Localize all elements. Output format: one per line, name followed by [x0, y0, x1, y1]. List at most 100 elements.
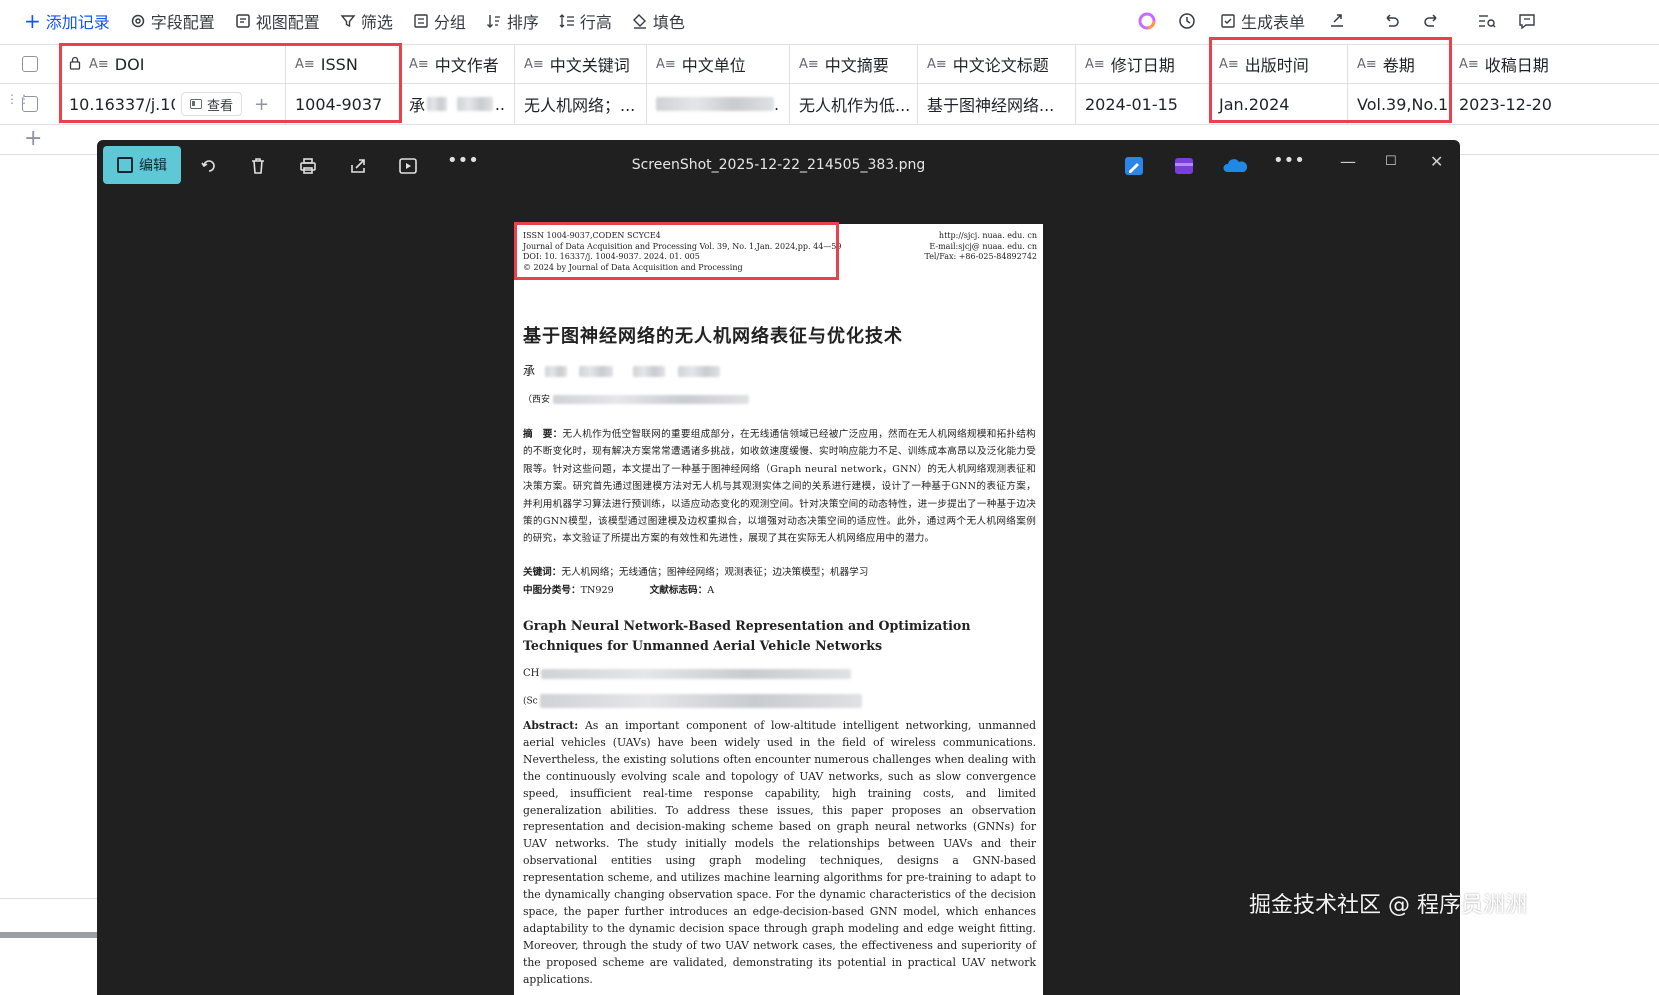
redacted-text	[541, 668, 852, 679]
group-label: 分组	[433, 13, 466, 32]
row-height-button[interactable]: 行高	[549, 7, 622, 35]
filter-button[interactable]: 筛选	[330, 7, 403, 35]
column-header-abstract[interactable]: A≡ 中文摘要	[790, 45, 918, 83]
sort-button[interactable]: 排序	[476, 7, 549, 35]
classification-line: 中图分类号：TN929 文献标志码：A	[523, 582, 714, 596]
email-line: E-mail:sjcj@ nuaa. edu. cn	[929, 241, 1037, 251]
cell-received-date[interactable]: 2023-12-20	[1450, 84, 1659, 124]
received-date-value: 2023-12-20	[1459, 94, 1552, 114]
cell-abstract[interactable]: 无人机作为低...	[790, 84, 918, 124]
minimize-button[interactable]: —	[1340, 152, 1356, 171]
keywords-cn: 关键词：无人机网络；无线通信；图神经网络；观测表征；边决策模型；机器学习	[523, 564, 868, 578]
filter-label: 筛选	[360, 13, 393, 32]
comment-icon[interactable]	[1516, 10, 1538, 32]
doc-value: A	[707, 585, 715, 596]
author-value: 承	[409, 96, 426, 115]
keywords-text: 无人机网络；无线通信；图神经网络；观测表征；边决策模型；机器学习	[561, 567, 869, 578]
generate-form-button[interactable]: 生成表单	[1210, 7, 1315, 35]
viewer-toolbar: 编辑 ••• ScreenShot_2025-12-22_214505_383.…	[97, 140, 1460, 192]
row-height-icon	[559, 13, 575, 29]
column-header-keywords[interactable]: A≡ 中文关键词	[515, 45, 647, 83]
paper-title-cn: 基于图神经网络的无人机网络表征与优化技术	[523, 326, 903, 347]
column-title: 修订日期	[1110, 56, 1175, 75]
gear-icon	[130, 13, 146, 29]
view-config-button[interactable]: 视图配置	[225, 7, 330, 35]
redacted-text	[656, 97, 774, 111]
abstract-cn-label: 摘 要：	[523, 429, 563, 440]
text-field-icon: A≡	[799, 56, 819, 72]
more-options-icon[interactable]: •••	[1273, 150, 1305, 172]
field-config-button[interactable]: 字段配置	[120, 7, 225, 35]
cls-value: TN929	[580, 585, 614, 596]
onedrive-icon[interactable]	[1222, 155, 1248, 177]
column-header-unit[interactable]: A≡ 中文单位	[647, 45, 790, 83]
close-button[interactable]: ✕	[1430, 152, 1443, 171]
row-select-cell[interactable]: ⋮⋮	[0, 84, 60, 124]
column-header-revised-date[interactable]: A≡ 修订日期	[1076, 45, 1210, 83]
text-field-icon: A≡	[1085, 56, 1105, 72]
maximize-button[interactable]: ☐	[1385, 154, 1397, 169]
fill-color-label: 填色	[652, 13, 685, 32]
cell-revised-date[interactable]: 2024-01-15	[1076, 84, 1210, 124]
redacted-text	[456, 97, 493, 111]
abstract-cn-text: 无人机作为低空智联网的重要组成部分，在无线通信领域已经被广泛应用，然而在无人机网…	[523, 429, 1036, 545]
paper-authors-cn: 承	[523, 362, 721, 379]
horizontal-scrollbar[interactable]	[0, 932, 97, 938]
column-header-author[interactable]: A≡ 中文作者	[400, 45, 515, 83]
background-panel	[1460, 155, 1659, 995]
text-field-icon: A≡	[409, 56, 429, 72]
redacted-text	[544, 366, 567, 377]
generate-form-label: 生成表单	[1241, 13, 1306, 32]
select-all-checkbox[interactable]	[21, 56, 38, 72]
cls-label: 中图分类号：	[523, 585, 581, 596]
paper-page-image: ISSN 1004-9037,CODEN SCYCE4 Journal of D…	[514, 224, 1043, 995]
column-header-received-date[interactable]: A≡ 收稿日期	[1450, 45, 1659, 83]
select-all-cell[interactable]	[0, 45, 60, 83]
search-icon[interactable]	[1476, 10, 1498, 32]
website-line: http://sjcj. nuaa. edu. cn	[938, 231, 1037, 240]
redacted-text	[632, 366, 665, 377]
cell-keywords[interactable]: 无人机网络；...	[515, 84, 647, 124]
cell-unit[interactable]: .	[647, 84, 790, 124]
row-height-label: 行高	[579, 13, 612, 32]
keywords-value: 无人机网络；...	[524, 96, 636, 115]
redacted-text	[678, 366, 721, 377]
fill-color-button[interactable]: 填色	[622, 7, 695, 35]
column-title: 中文论文标题	[952, 56, 1049, 75]
add-record-label: 添加记录	[45, 13, 110, 32]
sort-label: 排序	[506, 13, 539, 32]
undo-icon[interactable]	[1380, 10, 1402, 32]
paper-authors-en: CH	[523, 668, 852, 679]
designer-icon[interactable]	[1123, 155, 1145, 177]
text-field-icon: A≡	[1459, 56, 1479, 72]
author-initial: 承	[523, 364, 536, 378]
redacted-text	[539, 694, 862, 708]
group-button[interactable]: 分组	[403, 7, 476, 35]
text-field-icon: A≡	[656, 56, 676, 72]
history-icon[interactable]	[1176, 10, 1198, 32]
ai-assistant-icon[interactable]	[1136, 10, 1158, 32]
redacted-text	[578, 366, 613, 377]
doc-label: 文献标志码：	[649, 585, 708, 596]
text-field-icon: A≡	[524, 56, 544, 72]
paper-affiliation-en: (Sc	[523, 694, 862, 708]
add-row-button[interactable]: +	[24, 126, 42, 151]
sort-icon	[486, 13, 502, 29]
column-title: 中文关键词	[549, 56, 630, 75]
phone-line: Tel/Fax: +86-025-84892742	[924, 252, 1037, 261]
cell-title[interactable]: 基于图神经网络...	[918, 84, 1076, 124]
clipchamp-icon[interactable]	[1173, 155, 1195, 177]
column-header-title[interactable]: A≡ 中文论文标题	[918, 45, 1076, 83]
row-divider	[0, 898, 97, 899]
cell-author[interactable]: 承..	[400, 84, 515, 124]
abstract-value: 无人机作为低...	[799, 96, 911, 115]
add-record-button[interactable]: + 添加记录	[0, 7, 120, 35]
affiliation-en-prefix: (Sc	[523, 696, 538, 707]
highlight-box-journal-header	[514, 222, 839, 280]
field-config-label: 字段配置	[150, 13, 215, 32]
text-field-icon: A≡	[927, 56, 947, 72]
drag-handle-icon[interactable]: ⋮⋮	[6, 93, 30, 105]
share-icon[interactable]	[1326, 10, 1348, 32]
journal-header-right: http://sjcj. nuaa. edu. cn E-mail:sjcj@ …	[924, 231, 1037, 263]
redo-icon[interactable]	[1421, 10, 1443, 32]
